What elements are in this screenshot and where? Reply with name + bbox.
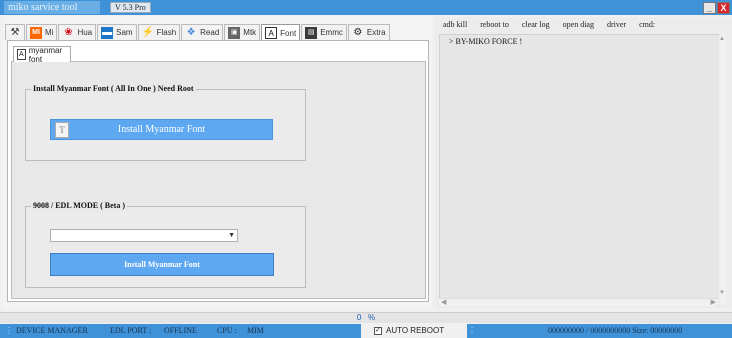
minimize-button[interactable]: _ — [703, 2, 716, 14]
auto-reboot-toggle[interactable]: ✓ AUTO REBOOT — [361, 324, 467, 338]
scroll-left-icon[interactable]: ◀ — [441, 298, 446, 306]
tab-label: Emmc — [320, 28, 343, 37]
close-button[interactable]: X — [717, 2, 730, 14]
tab-mi[interactable]: MI Mi — [26, 24, 58, 40]
cmd-button[interactable]: cmd: — [639, 20, 655, 29]
scroll-down-icon[interactable]: ▼ — [719, 290, 725, 296]
read-icon: ❖ — [186, 26, 196, 38]
emmc-icon: ▤ — [305, 26, 318, 39]
adb-kill-button[interactable]: adb kill — [443, 20, 467, 29]
device-manager-label[interactable]: DEVICE MANAGER — [16, 324, 88, 338]
progress-text: 0 % — [0, 312, 732, 323]
log-output[interactable] — [439, 34, 726, 306]
document-icon: T — [55, 122, 69, 138]
log-toolbar: adb kill reboot to clear log open diag d… — [443, 20, 668, 29]
tab-huawei[interactable]: ❀ Hua — [58, 24, 97, 40]
app-title: miko sarvice tool — [4, 1, 100, 14]
samsung-icon: ▬ — [101, 26, 114, 39]
clear-log-button[interactable]: clear log — [522, 20, 550, 29]
extra-icon: ⚙ — [353, 26, 363, 38]
tab-font[interactable]: A Font — [261, 24, 301, 41]
driver-button[interactable]: driver — [607, 20, 626, 29]
chevron-down-icon: ▼ — [228, 232, 235, 239]
subtab-label: myanmar font — [28, 45, 63, 64]
mi-icon: MI — [30, 26, 42, 39]
tab-tools[interactable]: ⚒ — [5, 24, 25, 40]
tab-emmc[interactable]: ▤ Emmc — [301, 24, 347, 40]
reboot-to-button[interactable]: reboot to — [480, 20, 509, 29]
tab-label: Flash — [156, 28, 177, 37]
open-diag-button[interactable]: open diag — [563, 20, 594, 29]
tab-flash[interactable]: ⚡ Flash — [137, 24, 181, 40]
tab-extra[interactable]: ⚙ Extra — [347, 24, 390, 40]
log-horizontal-scrollbar[interactable]: ◀ ▶ — [439, 298, 718, 306]
install-myanmar-font-button[interactable]: T Install Myanmar Font — [50, 119, 273, 140]
size-readout: 000000000 / 0000000000 Size: 00000000 — [548, 326, 683, 335]
main-tab-bar: ⚒ MI Mi ❀ Hua ▬ Sam ⚡ Flash ❖ Read ▣ Mtk A Font… — [5, 24, 391, 41]
button-label: Install Myanmar Font — [117, 124, 206, 135]
progress-value: 0 — [356, 313, 362, 322]
tab-label: Mi — [45, 28, 54, 37]
tab-label: Mtk — [243, 28, 257, 37]
tab-label: Font — [280, 28, 297, 38]
auto-reboot-checkbox[interactable]: ✓ — [374, 327, 382, 335]
group-title: Install Myanmar Font ( All In One ) Need… — [31, 84, 196, 93]
group-title: 9008 / EDL MODE ( Beta ) — [31, 201, 127, 210]
tab-label: Sam — [116, 28, 133, 37]
install-myanmar-font-edl-button[interactable]: Install Myanmar Font — [50, 253, 274, 276]
scroll-right-icon[interactable]: ▶ — [711, 298, 716, 306]
progress-unit: % — [368, 313, 376, 322]
log-line: > BY-MIKO FORCE ! — [449, 37, 523, 46]
version-badge: V 5.3 Pro — [110, 2, 151, 13]
font-icon: A — [17, 49, 26, 60]
cpu-value: MIM — [247, 326, 264, 335]
tab-read[interactable]: ❖ Read — [181, 24, 224, 40]
edl-port-select[interactable]: ▼ — [50, 229, 238, 242]
tab-label: Read — [200, 28, 220, 37]
edl-port-value: OFFLINE — [164, 326, 197, 335]
grip-icon: ⋮ — [5, 326, 13, 335]
huawei-icon: ❀ — [64, 26, 73, 38]
tab-samsung[interactable]: ▬ Sam — [97, 24, 137, 40]
cpu-label: CPU : — [217, 326, 237, 335]
tab-label: Hua — [77, 28, 93, 37]
flash-icon: ⚡ — [141, 26, 155, 38]
tab-mtk[interactable]: ▣ Mtk — [224, 24, 261, 40]
tab-label: Extra — [366, 28, 386, 37]
log-vertical-scrollbar[interactable]: ▲ ▼ — [719, 34, 726, 306]
grip-icon: ⋮ — [468, 326, 476, 335]
tools-icon: ⚒ — [10, 26, 20, 38]
font-icon: A — [265, 27, 278, 39]
mtk-icon: ▣ — [228, 26, 241, 39]
scroll-up-icon[interactable]: ▲ — [719, 36, 725, 42]
edl-port-label: EDL PORT : — [110, 326, 152, 335]
subtab-myanmar-font[interactable]: A myanmar font — [13, 45, 71, 64]
auto-reboot-label: AUTO REBOOT — [386, 326, 445, 335]
